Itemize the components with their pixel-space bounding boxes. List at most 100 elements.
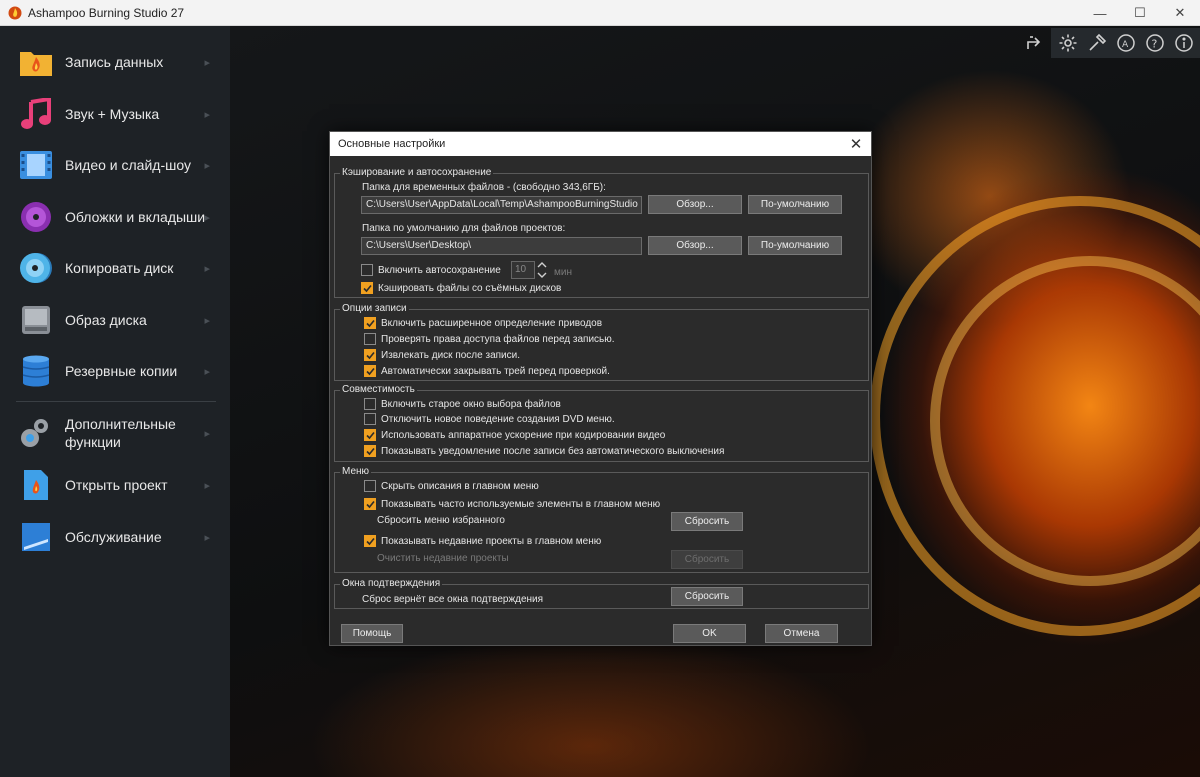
spinner-arrows-icon[interactable] [536, 260, 548, 280]
autosave-checkbox-row[interactable]: Включить автосохранение [361, 263, 501, 277]
group-confirm-label: Окна подтверждения [340, 578, 443, 590]
checkbox[interactable] [364, 365, 376, 377]
checkbox[interactable] [364, 413, 376, 425]
confirm-reset-button[interactable]: Сбросить [671, 587, 743, 606]
write-option-row[interactable]: Проверять права доступа файлов перед зап… [364, 332, 615, 346]
sidebar-item-video[interactable]: Видео и слайд-шоу ▸ [0, 140, 230, 190]
checkmark-icon [365, 431, 375, 439]
sidebar-item-sound-music[interactable]: Звук + Музыка ▸ [0, 89, 230, 139]
checkbox[interactable] [364, 498, 376, 510]
compat-option-row[interactable]: Использовать аппаратное ускорение при ко… [364, 428, 665, 442]
film-icon [19, 148, 53, 182]
project-browse-button[interactable]: Обзор... [648, 236, 742, 255]
cancel-button[interactable]: Отмена [765, 624, 838, 643]
settings-gear-icon[interactable] [1053, 28, 1082, 58]
autosave-minutes-input[interactable]: 10 [511, 261, 535, 279]
sidebar-item-label: Копировать диск [65, 260, 174, 276]
show-frequent-row[interactable]: Показывать часто используемые элементы в… [364, 497, 660, 511]
checkmark-icon [365, 500, 375, 508]
maintenance-icon [19, 520, 53, 554]
group-menu-label: Меню [340, 466, 372, 478]
show-recent-row[interactable]: Показывать недавние проекты в главном ме… [364, 534, 601, 548]
sidebar-item-covers[interactable]: Обложки и вкладыши ▸ [0, 192, 230, 242]
window-titlebar: Ashampoo Burning Studio 27 — ☐ ✕ [0, 0, 1200, 26]
ok-button[interactable]: OK [673, 624, 746, 643]
group-caching-label: Кэширование и автосохранение [340, 167, 494, 179]
sidebar-item-label: Обложки и вкладыши [65, 209, 206, 225]
write-option-label: Извлекать диск после записи. [381, 349, 520, 361]
hide-desc-row[interactable]: Скрыть описания в главном меню [364, 479, 539, 493]
cache-removable-label: Кэшировать файлы со съёмных дисков [378, 282, 562, 294]
write-option-row[interactable]: Извлекать диск после записи. [364, 348, 520, 362]
close-window-button[interactable]: ✕ [1160, 0, 1200, 26]
project-file-icon [19, 468, 53, 502]
svg-text:A: A [1122, 40, 1129, 50]
checkbox[interactable] [364, 480, 376, 492]
show-frequent-label: Показывать часто используемые элементы в… [381, 498, 661, 510]
hide-desc-label: Скрыть описания в главном меню [381, 480, 539, 492]
compat-option-label: Показывать уведомление после записи без … [381, 445, 725, 457]
temp-browse-button[interactable]: Обзор... [648, 195, 742, 214]
temp-default-button[interactable]: По-умолчанию [748, 195, 842, 214]
music-note-icon [19, 97, 53, 131]
help-icon[interactable]: ? [1140, 28, 1169, 58]
show-recent-label: Показывать недавние проекты в главном ме… [381, 535, 602, 547]
autosave-checkbox[interactable] [361, 264, 373, 276]
share-icon[interactable] [1019, 28, 1049, 58]
group-compatibility-label: Совместимость [340, 384, 417, 396]
sidebar-item-label: Обслуживание [65, 529, 162, 545]
write-option-row[interactable]: Автоматически закрывать трей перед прове… [364, 364, 610, 378]
checkmark-icon [365, 447, 375, 455]
checkbox[interactable] [364, 398, 376, 410]
tools-icon[interactable] [1082, 28, 1111, 58]
help-button[interactable]: Помощь [341, 624, 403, 643]
cache-removable-checkbox-row[interactable]: Кэшировать файлы со съёмных дисков [361, 281, 561, 295]
temp-folder-label: Папка для временных файлов - (свободно 3… [362, 182, 606, 193]
sidebar-item-open-project[interactable]: Открыть проект ▸ [0, 460, 230, 510]
project-default-button[interactable]: По-умолчанию [748, 236, 842, 255]
checkbox[interactable] [364, 349, 376, 361]
compat-option-row[interactable]: Показывать уведомление после записи без … [364, 444, 724, 458]
checkbox[interactable] [364, 535, 376, 547]
sidebar-item-copy-disc[interactable]: Копировать диск ▸ [0, 243, 230, 293]
gears-icon [19, 416, 53, 450]
sidebar-item-disc-image[interactable]: Образ диска ▸ [0, 295, 230, 345]
chevron-right-icon: ▸ [204, 479, 210, 492]
compat-option-label: Отключить новое поведение создания DVD м… [381, 413, 615, 425]
checkbox[interactable] [364, 445, 376, 457]
checkmark-icon [362, 284, 372, 292]
write-option-row[interactable]: Включить расширенное определение приводо… [364, 316, 602, 330]
sidebar: Запись данных ▸ Звук + Музыка ▸ Видео и … [0, 26, 230, 777]
checkmark-icon [365, 367, 375, 375]
compat-option-row[interactable]: Отключить новое поведение создания DVD м… [364, 412, 615, 426]
sidebar-item-label: Дополнительные функции [65, 416, 176, 450]
temp-folder-input[interactable]: C:\Users\User\AppData\Local\Temp\Ashampo… [361, 196, 642, 214]
minimize-button[interactable]: — [1080, 0, 1120, 26]
sidebar-item-extra-functions[interactable]: Дополнительные функции ▸ [0, 408, 230, 458]
dialog-close-button[interactable]: ✕ [847, 135, 865, 153]
info-icon[interactable] [1169, 28, 1198, 58]
sidebar-item-write-data[interactable]: Запись данных ▸ [0, 37, 230, 87]
reset-favorites-button[interactable]: Сбросить [671, 512, 743, 531]
chevron-right-icon: ▸ [204, 159, 210, 172]
disc-cover-icon [19, 200, 53, 234]
checkbox[interactable] [364, 429, 376, 441]
svg-text:?: ? [1151, 38, 1157, 51]
group-write-options-label: Опции записи [340, 303, 409, 315]
disc-copy-icon [19, 251, 53, 285]
write-option-label: Автоматически закрывать трей перед прове… [381, 365, 610, 377]
write-option-label: Проверять права доступа файлов перед зап… [381, 333, 615, 345]
accessibility-icon[interactable]: A [1111, 28, 1140, 58]
compat-option-row[interactable]: Включить старое окно выбора файлов [364, 397, 561, 411]
sidebar-item-maintenance[interactable]: Обслуживание ▸ [0, 512, 230, 562]
window-title: Ashampoo Burning Studio 27 [28, 5, 185, 20]
sidebar-divider [16, 401, 216, 402]
cache-removable-checkbox[interactable] [361, 282, 373, 294]
maximize-button[interactable]: ☐ [1120, 0, 1160, 26]
sidebar-item-backup[interactable]: Резервные копии ▸ [0, 346, 230, 396]
checkbox[interactable] [364, 317, 376, 329]
minutes-unit-label: мин [554, 267, 572, 278]
checkbox[interactable] [364, 333, 376, 345]
project-folder-input[interactable]: C:\Users\User\Desktop\ [361, 237, 642, 255]
clear-recent-button[interactable]: Сбросить [671, 550, 743, 569]
